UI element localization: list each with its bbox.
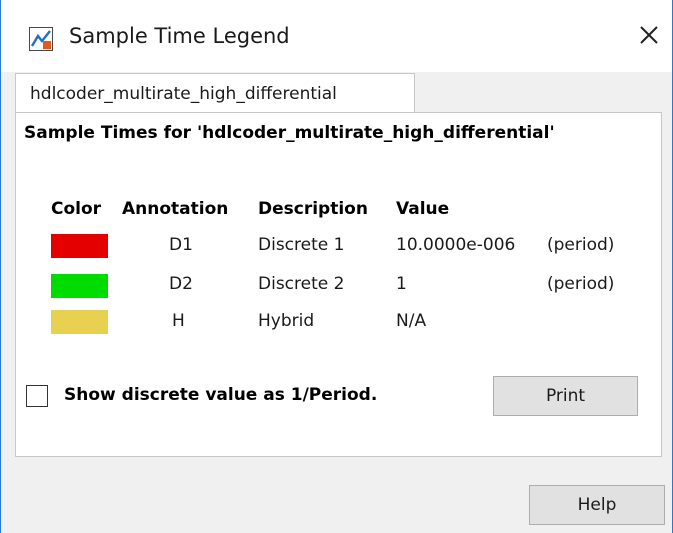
annotation-cell: H xyxy=(172,311,185,331)
annotation-cell: D2 xyxy=(169,274,193,294)
show-period-checkbox[interactable] xyxy=(26,385,48,407)
show-period-checkbox-label[interactable]: Show discrete value as 1/Period. xyxy=(64,385,377,405)
value-type-cell: (period) xyxy=(547,235,615,255)
panel-heading: Sample Times for 'hdlcoder_multirate_hig… xyxy=(24,123,555,143)
window-title: Sample Time Legend xyxy=(69,24,290,48)
sample-time-legend-window: Sample Time Legend hdlcoder_multirate_hi… xyxy=(0,0,673,533)
column-header-value: Value xyxy=(396,199,450,219)
column-header-description: Description xyxy=(258,199,368,219)
annotation-cell: D1 xyxy=(169,235,193,255)
value-cell: N/A xyxy=(396,311,427,331)
close-icon[interactable] xyxy=(636,22,662,48)
value-cell: 10.0000e-006 xyxy=(396,235,516,255)
value-cell: 1 xyxy=(396,274,407,294)
column-header-annotation: Annotation xyxy=(122,199,229,219)
help-button[interactable]: Help xyxy=(529,485,665,525)
value-type-cell: (period) xyxy=(547,274,615,294)
description-cell: Hybrid xyxy=(258,311,315,331)
simulink-app-icon xyxy=(29,27,53,51)
sample-times-panel: Sample Times for 'hdlcoder_multirate_hig… xyxy=(15,112,662,457)
description-cell: Discrete 1 xyxy=(258,235,345,255)
tab-model[interactable]: hdlcoder_multirate_high_differential xyxy=(15,73,415,113)
title-bar[interactable]: Sample Time Legend xyxy=(1,0,672,72)
column-header-color: Color xyxy=(51,199,102,219)
color-swatch-d2 xyxy=(51,274,108,298)
color-swatch-d1 xyxy=(51,234,108,258)
print-button[interactable]: Print xyxy=(493,376,638,416)
color-swatch-h xyxy=(51,310,108,334)
description-cell: Discrete 2 xyxy=(258,274,345,294)
